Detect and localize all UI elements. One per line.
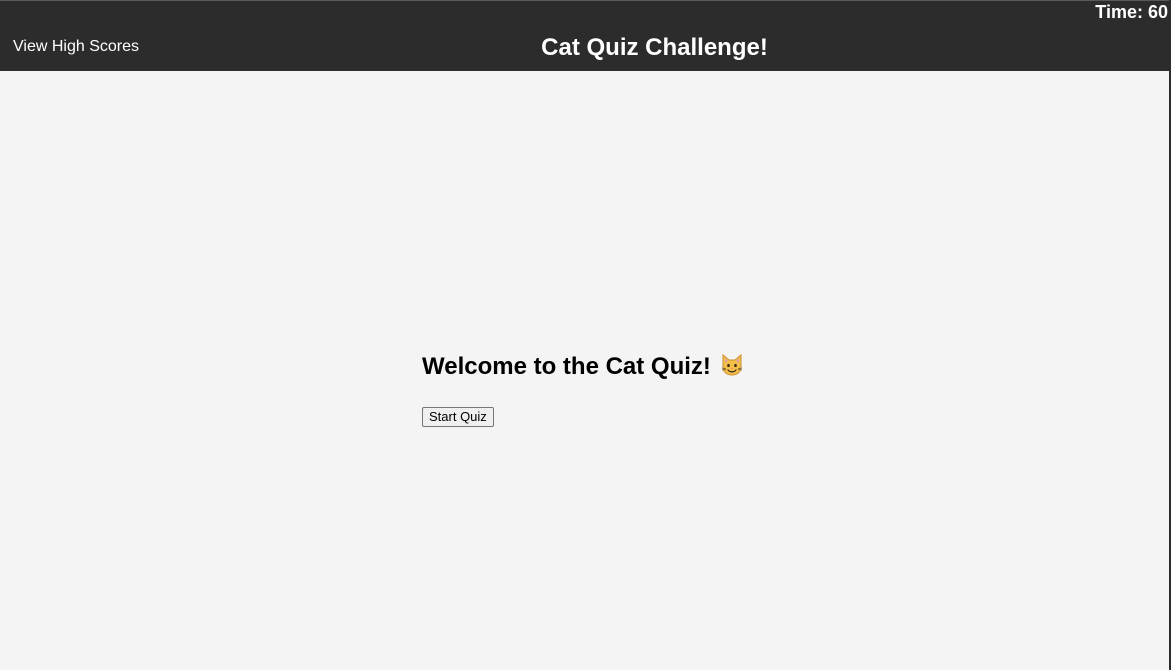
welcome-heading: Welcome to the Cat Quiz! xyxy=(422,352,782,385)
page-title: Cat Quiz Challenge! xyxy=(0,34,1169,62)
start-quiz-button[interactable]: Start Quiz xyxy=(422,407,494,427)
page-title-text: Cat Quiz Challenge! xyxy=(541,34,768,61)
quiz-page: View High Scores Cat Quiz Challenge! Tim… xyxy=(0,0,1171,670)
top-bar: View High Scores Cat Quiz Challenge! Tim… xyxy=(0,0,1169,71)
view-high-scores-link[interactable]: View High Scores xyxy=(13,38,139,56)
welcome-heading-text: Welcome to the Cat Quiz! xyxy=(422,353,711,380)
timer-display: Time: 60 xyxy=(1095,2,1168,22)
welcome-panel: Welcome to the Cat Quiz! Start Quiz xyxy=(422,352,782,427)
smiling-cat-face-icon xyxy=(720,353,744,385)
